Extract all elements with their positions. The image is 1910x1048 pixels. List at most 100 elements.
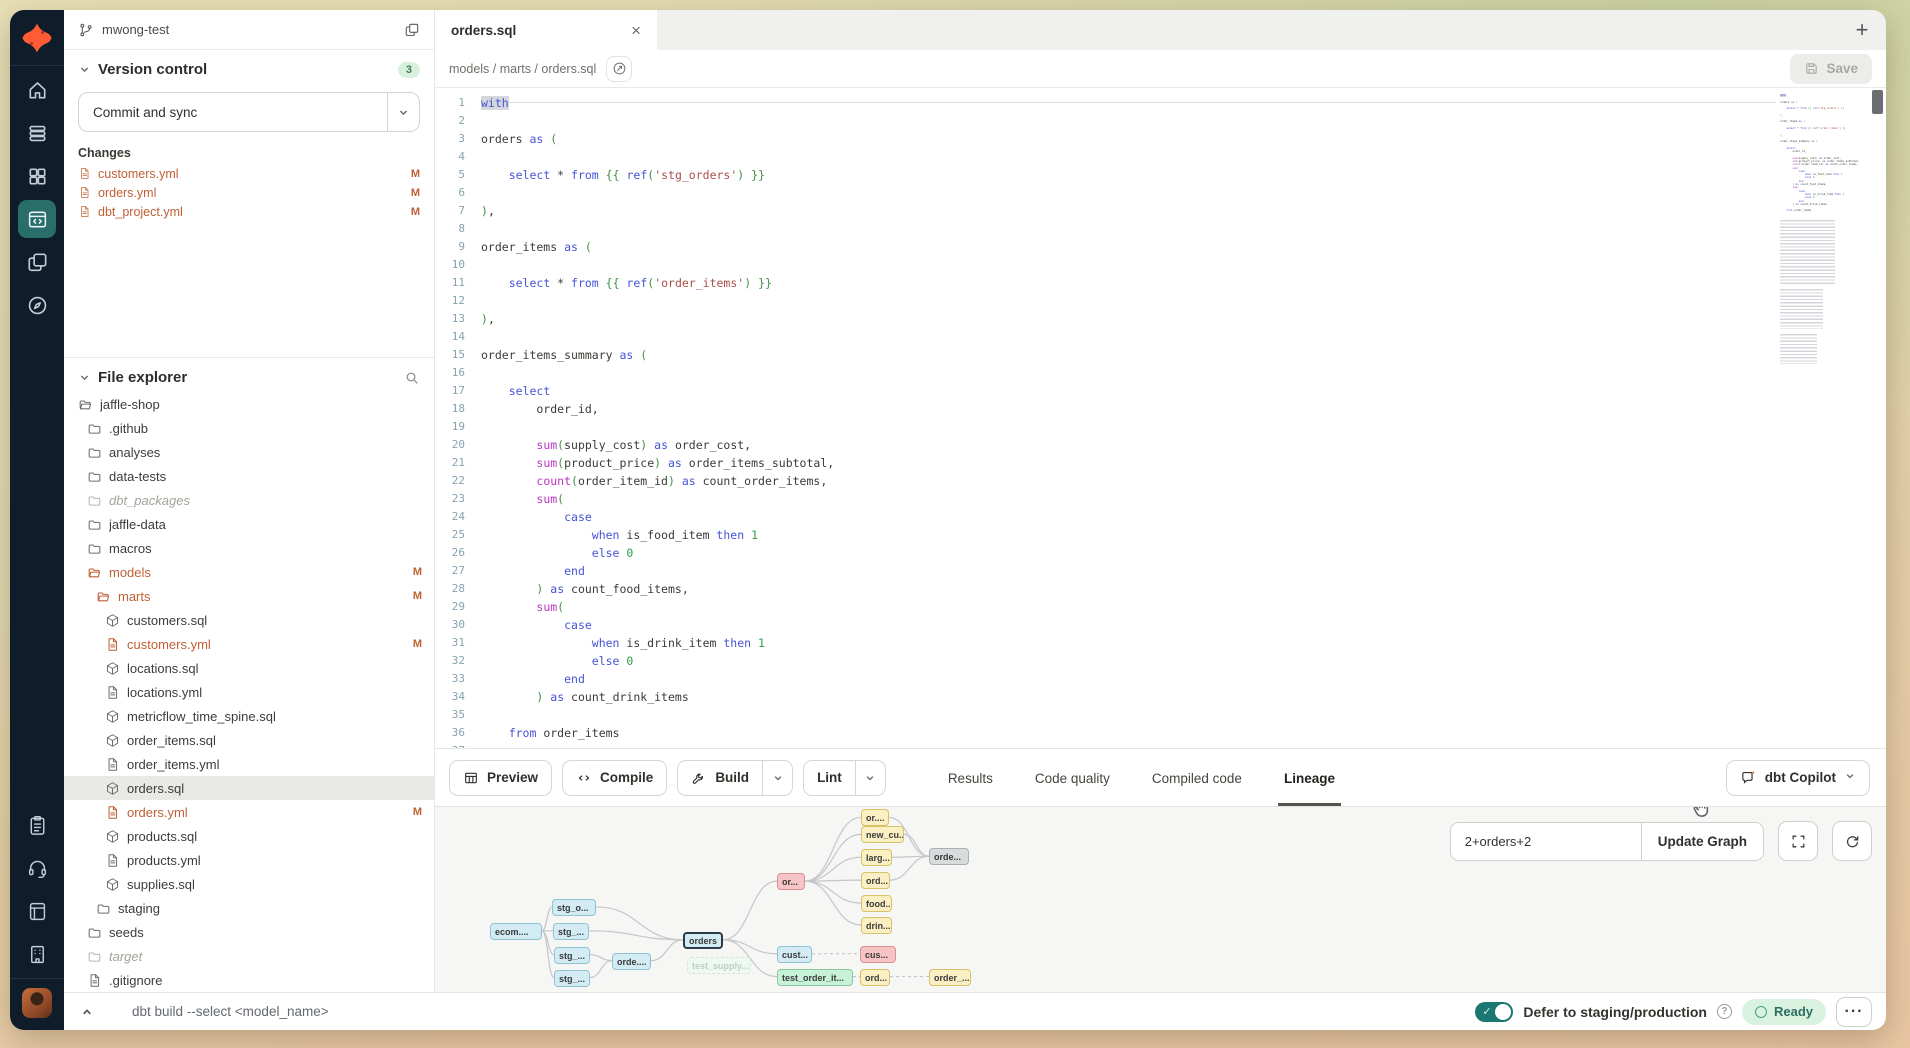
build-button[interactable]: Build bbox=[677, 760, 793, 796]
refresh-button[interactable] bbox=[1832, 821, 1872, 861]
code-line[interactable]: 14 bbox=[435, 328, 1886, 346]
open-lineage-icon[interactable] bbox=[606, 56, 632, 82]
file-tree-item[interactable]: order_items.sql bbox=[64, 728, 434, 752]
file-tree-item[interactable]: .github bbox=[64, 416, 434, 440]
code-line[interactable]: 28 ) as count_food_items, bbox=[435, 580, 1886, 598]
file-tree-item[interactable]: customers.sql bbox=[64, 608, 434, 632]
lineage-node-y_or[interactable]: or.... bbox=[861, 809, 889, 826]
lineage-panel[interactable]: Update Graph ecom....stg_o...stg_...stg_… bbox=[435, 806, 1886, 992]
code-line[interactable]: 32 else 0 bbox=[435, 652, 1886, 670]
changed-file-row[interactable]: customers.ymlM bbox=[64, 164, 434, 183]
code-line[interactable]: 37 bbox=[435, 742, 1886, 748]
editor-scrollbar[interactable] bbox=[1872, 90, 1883, 114]
clipboard-icon[interactable] bbox=[18, 806, 56, 844]
lineage-node-y_new[interactable]: new_cu... bbox=[861, 826, 904, 843]
code-line[interactable]: 29 sum( bbox=[435, 598, 1886, 616]
code-line[interactable]: 5 select * from {{ ref('stg_orders') }} bbox=[435, 166, 1886, 184]
code-editor[interactable]: 1with23orders as (45 select * from {{ re… bbox=[435, 88, 1886, 748]
lineage-node-g_orde[interactable]: orde... bbox=[929, 848, 969, 865]
command-input[interactable]: dbt build --select <model_name> bbox=[132, 1004, 1465, 1019]
lineage-node-ecom[interactable]: ecom.... bbox=[490, 923, 542, 940]
file-tree-item[interactable]: products.sql bbox=[64, 824, 434, 848]
code-line[interactable]: 8 bbox=[435, 220, 1886, 238]
file-tree-item[interactable]: jaffle-data bbox=[64, 512, 434, 536]
code-line[interactable]: 36 from order_items bbox=[435, 724, 1886, 742]
lint-button[interactable]: Lint bbox=[803, 760, 886, 796]
notebook-icon[interactable] bbox=[18, 892, 56, 930]
lineage-node-orde1[interactable]: orde.... bbox=[612, 953, 651, 970]
windows-icon[interactable] bbox=[18, 243, 56, 281]
code-icon[interactable] bbox=[18, 200, 56, 238]
lineage-node-y_ord[interactable]: ord... bbox=[861, 872, 890, 889]
save-button[interactable]: Save bbox=[1790, 54, 1872, 84]
file-tree-item[interactable]: dbt_packages bbox=[64, 488, 434, 512]
commit-and-sync-button[interactable]: Commit and sync bbox=[78, 92, 420, 132]
code-line[interactable]: 3orders as ( bbox=[435, 130, 1886, 148]
code-line[interactable]: 35 bbox=[435, 706, 1886, 724]
file-tree-item[interactable]: seeds bbox=[64, 920, 434, 944]
code-line[interactable]: 33 end bbox=[435, 670, 1886, 688]
file-tree-item[interactable]: jaffle-shop bbox=[64, 392, 434, 416]
code-line[interactable]: 15order_items_summary as ( bbox=[435, 346, 1886, 364]
help-icon[interactable]: ? bbox=[1717, 1004, 1732, 1019]
lineage-node-stg_c[interactable]: stg_... bbox=[554, 947, 590, 964]
lineage-selector-input[interactable] bbox=[1451, 823, 1641, 860]
lineage-node-stg_b[interactable]: stg_... bbox=[553, 923, 589, 940]
lineage-node-y_drin[interactable]: drin... bbox=[861, 917, 892, 934]
file-tree-item[interactable]: staging bbox=[64, 896, 434, 920]
user-avatar[interactable] bbox=[22, 988, 52, 1018]
lineage-node-y_larg[interactable]: larg... bbox=[861, 849, 892, 866]
lineage-node-ghost[interactable]: test_supply... bbox=[687, 957, 751, 974]
code-line[interactable]: 18 order_id, bbox=[435, 400, 1886, 418]
file-tree-item[interactable]: orders.sql bbox=[64, 776, 434, 800]
lint-dropdown-toggle[interactable] bbox=[855, 761, 885, 795]
code-line[interactable]: 27 end bbox=[435, 562, 1886, 580]
code-line[interactable]: 7), bbox=[435, 202, 1886, 220]
code-line[interactable]: 16 bbox=[435, 364, 1886, 382]
more-options-button[interactable]: ··· bbox=[1836, 997, 1872, 1027]
lineage-node-stg_d[interactable]: stg_... bbox=[554, 970, 590, 987]
code-line[interactable]: 9order_items as ( bbox=[435, 238, 1886, 256]
lineage-node-y_ord2[interactable]: ord... bbox=[860, 969, 890, 986]
version-control-header[interactable]: Version control 3 bbox=[64, 50, 434, 84]
file-tree-item[interactable]: metricflow_time_spine.sql bbox=[64, 704, 434, 728]
chevron-up-icon[interactable] bbox=[74, 1005, 100, 1019]
code-line[interactable]: 26 else 0 bbox=[435, 544, 1886, 562]
file-tree-item[interactable]: orders.ymlM bbox=[64, 800, 434, 824]
code-line[interactable]: 20 sum(supply_cost) as order_cost, bbox=[435, 436, 1886, 454]
file-tree-item[interactable]: data-tests bbox=[64, 464, 434, 488]
lineage-node-y_food[interactable]: food... bbox=[861, 895, 892, 912]
update-graph-button[interactable]: Update Graph bbox=[1641, 823, 1763, 860]
output-tab-code-quality[interactable]: Code quality bbox=[1035, 749, 1110, 806]
file-tree-item[interactable]: locations.yml bbox=[64, 680, 434, 704]
code-line[interactable]: 24 case bbox=[435, 508, 1886, 526]
file-tree-item[interactable]: supplies.sql bbox=[64, 872, 434, 896]
code-line[interactable]: 12 bbox=[435, 292, 1886, 310]
search-icon[interactable] bbox=[404, 370, 420, 386]
copy-branch-icon[interactable] bbox=[404, 22, 420, 38]
file-tree-item[interactable]: martsM bbox=[64, 584, 434, 608]
lineage-node-cust[interactable]: cust... bbox=[777, 946, 812, 963]
code-line[interactable]: 17 select bbox=[435, 382, 1886, 400]
changed-file-row[interactable]: orders.ymlM bbox=[64, 183, 434, 202]
file-explorer-header[interactable]: File explorer bbox=[64, 358, 434, 392]
compass-icon[interactable] bbox=[18, 286, 56, 324]
preview-button[interactable]: Preview bbox=[449, 760, 552, 796]
lineage-node-or_p[interactable]: or... bbox=[777, 873, 805, 890]
lineage-node-p_cus[interactable]: cus... bbox=[860, 946, 896, 963]
code-line[interactable]: 11 select * from {{ ref('order_items') }… bbox=[435, 274, 1886, 292]
output-tab-results[interactable]: Results bbox=[948, 749, 993, 806]
status-badge[interactable]: Ready bbox=[1742, 999, 1826, 1025]
code-line[interactable]: 19 bbox=[435, 418, 1886, 436]
commit-dropdown-toggle[interactable] bbox=[387, 93, 419, 131]
git-branch-row[interactable]: mwong-test bbox=[64, 10, 434, 50]
building-icon[interactable] bbox=[18, 935, 56, 973]
code-line[interactable]: 31 when is_drink_item then 1 bbox=[435, 634, 1886, 652]
defer-toggle[interactable]: ✓ bbox=[1475, 1002, 1513, 1022]
file-tree-item[interactable]: customers.ymlM bbox=[64, 632, 434, 656]
code-line[interactable]: 10 bbox=[435, 256, 1886, 274]
file-tree-item[interactable]: products.yml bbox=[64, 848, 434, 872]
new-tab-button[interactable]: + bbox=[1838, 10, 1886, 50]
file-tree-item[interactable]: order_items.yml bbox=[64, 752, 434, 776]
file-tree-item[interactable]: locations.sql bbox=[64, 656, 434, 680]
